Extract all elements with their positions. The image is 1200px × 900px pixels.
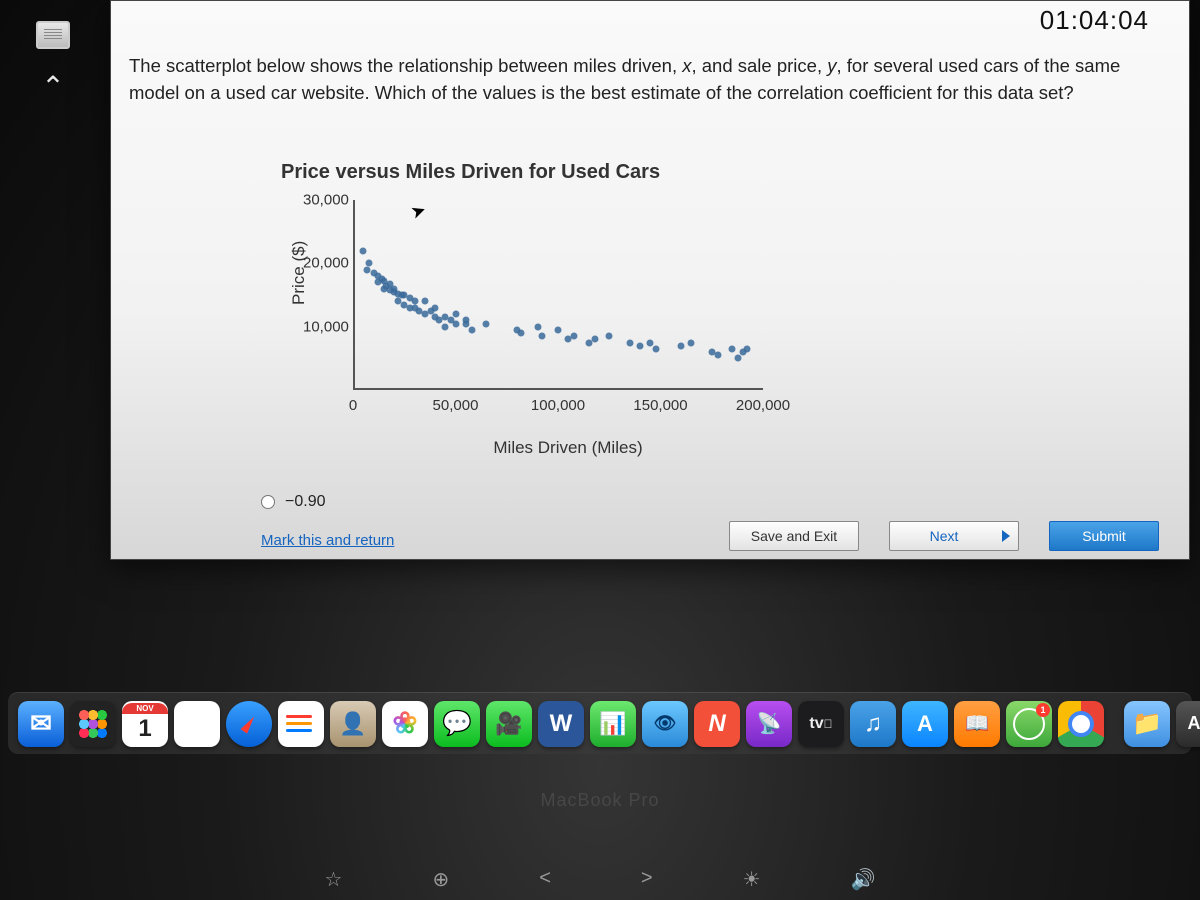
answer-options: −0.90 — [261, 493, 325, 511]
answer-option-a[interactable]: −0.90 — [261, 493, 325, 511]
scatter-point — [468, 326, 475, 333]
y-tick-label: 20,000 — [303, 255, 353, 272]
fn-plus-icon: ⊕ — [432, 867, 449, 892]
dock-notes-icon[interactable] — [174, 701, 220, 747]
dock-downloads-icon[interactable] — [1124, 701, 1170, 747]
dock-tv-icon[interactable]:  — [798, 701, 844, 747]
dock-reminders-icon[interactable] — [278, 701, 324, 747]
fn-volume-icon: 🔊 — [851, 867, 876, 892]
dock-fontbook-icon[interactable] — [1176, 701, 1200, 747]
y-tick-label: 30,000 — [303, 192, 353, 209]
chart-title: Price versus Miles Driven for Used Cars — [281, 161, 791, 184]
dock-books-icon[interactable] — [954, 701, 1000, 747]
submit-button[interactable]: Submit — [1049, 521, 1159, 551]
fn-star-icon: ☆ — [325, 867, 343, 892]
rail-thumbnail-icon[interactable] — [34, 20, 72, 50]
chart: Price versus Miles Driven for Used Cars … — [261, 161, 791, 461]
scatter-point — [637, 342, 644, 349]
scatter-point — [366, 260, 373, 267]
x-axis-label: Miles Driven (Miles) — [353, 438, 783, 458]
dock: NOV 1  1 — [8, 692, 1192, 754]
x-tick-label: 150,000 — [633, 397, 687, 414]
x-tick-label: 200,000 — [736, 397, 790, 414]
y-tick-label: 10,000 — [303, 318, 353, 335]
dock-music-icon[interactable] — [850, 701, 896, 747]
scatter-point — [626, 339, 633, 346]
question-segment: , and sale price, — [691, 55, 827, 76]
dock-appstore-icon[interactable] — [902, 701, 948, 747]
quiz-window: 01:04:04 The scatterplot below shows the… — [110, 0, 1190, 560]
next-button[interactable]: Next — [889, 521, 1019, 551]
rail-up-arrow-icon[interactable]: ⌃ — [34, 72, 72, 102]
dock-smartmusic-icon[interactable] — [694, 701, 740, 747]
scatter-point — [571, 333, 578, 340]
dock-messages-icon[interactable] — [434, 701, 480, 747]
fn-next-icon: > — [641, 867, 653, 892]
scatter-point — [462, 320, 469, 327]
scatter-point — [442, 323, 449, 330]
dock-screentime-icon[interactable]: 1 — [1006, 701, 1052, 747]
scatter-point — [653, 345, 660, 352]
scatter-point — [483, 320, 490, 327]
scatter-point — [432, 304, 439, 311]
scatter-point — [534, 323, 541, 330]
dock-safari-icon[interactable] — [226, 701, 272, 747]
dock-podcasts-icon[interactable] — [746, 701, 792, 747]
calendar-day: 1 — [138, 714, 151, 744]
x-tick-label: 100,000 — [531, 397, 585, 414]
fn-bright-icon: ☀ — [743, 867, 761, 892]
mark-and-return-link[interactable]: Mark this and return — [261, 532, 394, 549]
badge: 1 — [1036, 703, 1050, 717]
scatter-point — [606, 333, 613, 340]
timer-display: 01:04:04 — [1040, 5, 1149, 36]
answer-label-a: −0.90 — [285, 493, 325, 511]
dock-photos-icon[interactable] — [382, 701, 428, 747]
dock-contacts-icon[interactable] — [330, 701, 376, 747]
scatter-point — [360, 247, 367, 254]
dock-chrome-icon[interactable] — [1058, 701, 1104, 747]
dock-facetime-icon[interactable] — [486, 701, 532, 747]
scatter-point — [729, 345, 736, 352]
function-key-row: ☆ ⊕ < > ☀ 🔊 — [0, 867, 1200, 892]
scatter-point — [452, 311, 459, 318]
action-buttons: Save and Exit Next Submit — [729, 521, 1159, 551]
dock-launchpad-icon[interactable] — [70, 701, 116, 747]
plot-axes — [353, 200, 763, 390]
scatter-point — [678, 342, 685, 349]
calendar-month: NOV — [122, 703, 168, 714]
scatter-point — [647, 339, 654, 346]
x-tick-label: 50,000 — [433, 397, 479, 414]
scatter-point — [743, 345, 750, 352]
dock-numbers-icon[interactable] — [590, 701, 636, 747]
app-left-rail: ⌃ — [18, 20, 88, 102]
fn-prev-icon: < — [539, 867, 551, 892]
laptop-label: MacBook Pro — [0, 790, 1200, 811]
scatter-point — [421, 298, 428, 305]
scatter-point — [688, 339, 695, 346]
save-and-exit-button[interactable]: Save and Exit — [729, 521, 859, 551]
answer-radio-a[interactable] — [261, 495, 275, 509]
dock-word-icon[interactable] — [538, 701, 584, 747]
dock-preview-icon[interactable] — [642, 701, 688, 747]
scatter-point — [714, 352, 721, 359]
desktop: ⌃ 01:04:04 The scatterplot below shows t… — [0, 0, 1200, 900]
scatter-point — [452, 320, 459, 327]
scatter-point — [735, 355, 742, 362]
scatter-point — [555, 326, 562, 333]
scatter-point — [518, 330, 525, 337]
dock-mail-icon[interactable] — [18, 701, 64, 747]
question-text: The scatterplot below shows the relation… — [129, 53, 1171, 107]
scatter-point — [591, 336, 598, 343]
question-segment: The scatterplot below shows the relation… — [129, 55, 682, 76]
x-tick-label: 0 — [349, 397, 357, 414]
y-axis-label: Price ($) — [289, 241, 309, 305]
dock-calendar-icon[interactable]: NOV 1 — [122, 701, 168, 747]
scatter-plot: Price ($) Miles Driven (Miles) 10,00020,… — [303, 190, 783, 420]
scatter-point — [538, 333, 545, 340]
